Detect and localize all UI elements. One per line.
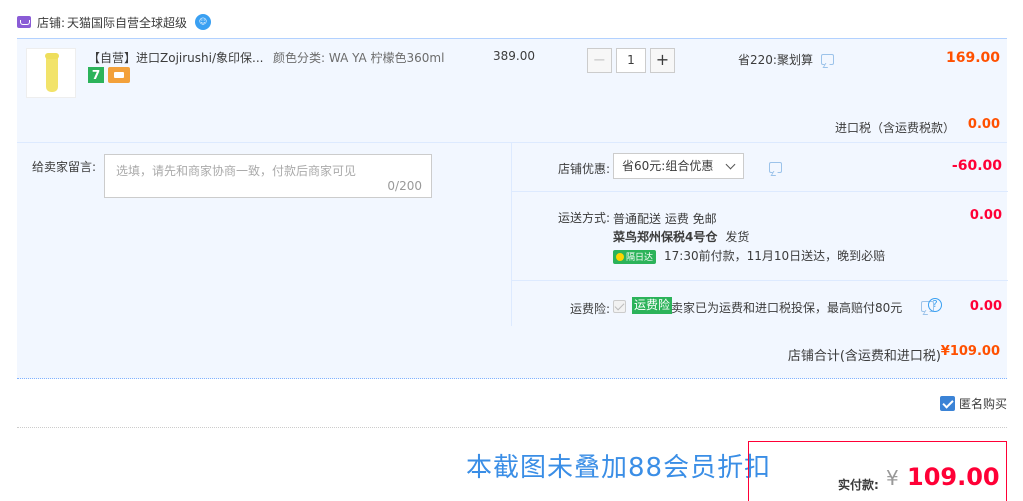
store-header: 店铺: 天猫国际自营全球超级 ☺ — [17, 12, 212, 32]
product-spec: 颜色分类: WA YA 柠檬色360ml — [273, 51, 445, 65]
store-coupon-label: 店铺优惠: — [557, 162, 610, 176]
message-icon[interactable] — [820, 54, 834, 65]
chevron-down-icon — [725, 159, 736, 170]
coupon-message-icon[interactable] — [769, 162, 782, 173]
bottle-image — [45, 53, 59, 92]
unit-price: 389.00 — [493, 49, 535, 63]
shipping-warehouse-line: 菜鸟郑州保税4号仓 发货 — [613, 228, 749, 245]
quantity-input[interactable]: 1 — [616, 48, 646, 73]
insurance-checkbox[interactable] — [613, 300, 626, 313]
quantity-stepper: − 1 + — [587, 48, 675, 73]
item-promo: 省220:聚划算 — [738, 51, 834, 68]
store-coupon-row: 店铺优惠: 省60元:组合优惠 -60.00 — [512, 143, 1008, 192]
lightning-icon — [616, 252, 624, 261]
seller-memo-counter: 0/200 — [387, 179, 422, 193]
next-day-badge: 隔日达 — [613, 249, 657, 264]
product-thumbnail[interactable] — [26, 48, 76, 98]
quantity-increase-button[interactable]: + — [650, 48, 675, 73]
insurance-label: 运费险: — [569, 302, 610, 316]
shipping-warehouse: 菜鸟郑州保税4号仓 — [613, 230, 718, 244]
seller-memo-label: 给卖家留言: — [32, 160, 97, 174]
shipping-eta: 17:30前付款，11月10日送达，晚到必赔 — [664, 249, 886, 263]
seller-memo-placeholder: 选填，请先和商家协商一致，付款后商家可见 — [116, 164, 357, 178]
import-tax-value: 0.00 — [967, 117, 1000, 132]
store-icon — [17, 16, 31, 28]
store-label: 店铺: — [37, 15, 66, 30]
insurance-tag: 运费险 — [632, 297, 673, 314]
import-tax-row: 进口税（含运费税款） 0.00 — [17, 117, 1007, 143]
product-badges: 7 — [88, 67, 130, 83]
anonymous-purchase[interactable]: 匿名购买 — [939, 395, 1007, 412]
shipping-label: 运送方式: — [557, 211, 610, 225]
seven-day-return-icon[interactable]: 7 — [88, 67, 104, 83]
shipping-value: 0.00 — [969, 208, 1002, 223]
order-block: 【自营】进口Zojirushi/象印保... 7 颜色分类: WA YA 柠檬色… — [17, 38, 1008, 379]
chat-wangwang-icon[interactable]: ☺ — [195, 14, 212, 30]
insurance-row: 运费险: 运费险 卖家已为运费和进口税投保，最高赔付80元 ? 0.00 — [512, 281, 1008, 326]
store-name-link[interactable]: 天猫国际自营全球超级 — [67, 14, 187, 31]
currency-symbol: ¥ — [886, 466, 899, 490]
item-subtotal: 169.00 — [945, 50, 1000, 66]
import-tax-label: 进口税（含运费税款） — [834, 121, 955, 135]
anonymous-label: 匿名购买 — [958, 397, 1007, 411]
store-coupon-selected: 省60元:组合优惠 — [622, 159, 714, 173]
insurance-value: 0.00 — [969, 299, 1002, 314]
shipping-dispatch: 发货 — [725, 230, 750, 244]
help-icon[interactable]: ? — [928, 298, 942, 312]
insurance-text: 卖家已为运费和进口税投保，最高赔付80元 — [671, 301, 903, 315]
overlay-annotation: 本截图未叠加88会员折扣 — [466, 453, 772, 483]
credit-card-icon[interactable] — [108, 67, 130, 83]
quantity-decrease-button[interactable]: − — [587, 48, 612, 73]
next-day-badge-text: 隔日达 — [626, 253, 654, 263]
shipping-eta-line: 隔日达 17:30前付款，11月10日送达，晚到必赔 — [613, 247, 885, 264]
payment-total: 109.00 — [907, 463, 1000, 491]
payment-summary: 实付款: ¥ 109.00 — [748, 441, 1007, 501]
dotted-divider — [17, 427, 1007, 428]
anonymous-checkbox[interactable] — [939, 396, 955, 411]
store-coupon-value: -60.00 — [951, 158, 1002, 174]
product-title-link[interactable]: 【自营】进口Zojirushi/象印保... — [88, 49, 266, 66]
payment-label: 实付款: — [838, 478, 879, 492]
store-coupon-select[interactable]: 省60元:组合优惠 — [613, 153, 744, 179]
shipping-method: 普通配送 运费 免邮 — [613, 212, 717, 226]
order-options: 店铺优惠: 省60元:组合优惠 -60.00 运送方式: 普通配送 运费 免邮 … — [511, 143, 1008, 326]
promo-text: 省220:聚划算 — [738, 53, 813, 67]
shipping-row: 运送方式: 普通配送 运费 免邮 菜鸟郑州保税4号仓 发货 隔日达 17:30前付款… — [512, 192, 1008, 281]
store-total-label: 店铺合计(含运费和进口税) — [787, 349, 941, 364]
seller-memo-textarea[interactable]: 选填，请先和商家协商一致，付款后商家可见 0/200 — [104, 154, 432, 198]
store-total-value: ¥109.00 — [940, 344, 1000, 359]
